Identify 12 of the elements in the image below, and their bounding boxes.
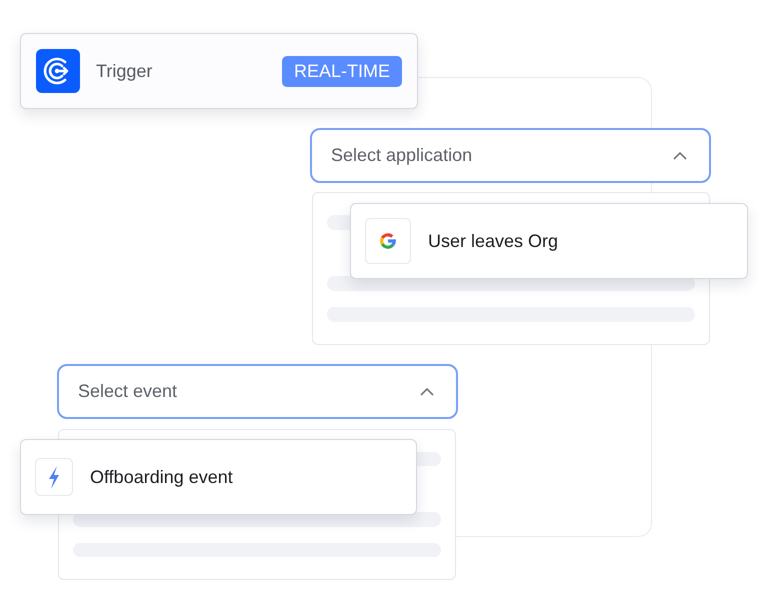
option-label: User leaves Org <box>428 230 558 252</box>
event-option-menu[interactable]: Offboarding event <box>20 439 417 515</box>
realtime-badge: REAL-TIME <box>282 56 402 86</box>
event-select[interactable]: Select event <box>57 364 458 419</box>
chevron-icon <box>420 388 434 396</box>
lightning-icon <box>35 458 73 496</box>
application-select[interactable]: Select application <box>310 128 711 183</box>
trigger-label: Trigger <box>96 60 154 82</box>
option-label: Offboarding event <box>90 466 233 488</box>
chevron-icon <box>673 152 687 160</box>
google-g-icon <box>365 218 411 264</box>
application-option-menu[interactable]: User leaves Org <box>350 203 748 279</box>
